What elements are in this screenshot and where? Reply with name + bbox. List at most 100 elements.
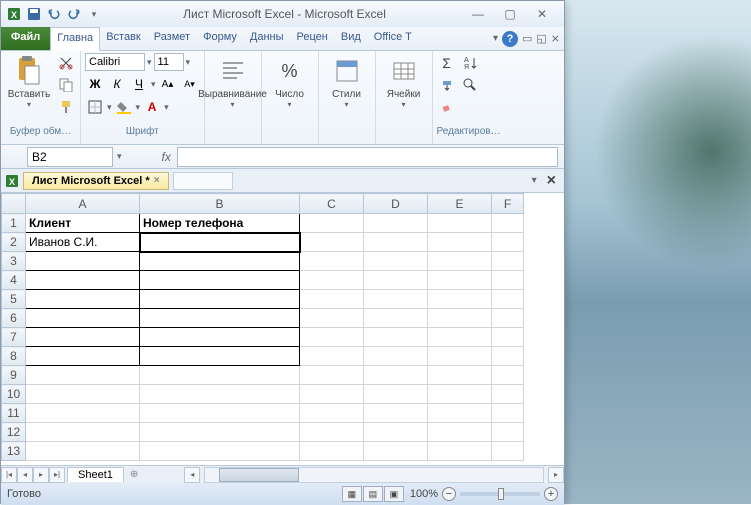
cell[interactable] <box>364 233 428 252</box>
cell[interactable] <box>300 271 364 290</box>
row-header[interactable]: 7 <box>2 328 26 347</box>
row-header[interactable]: 11 <box>2 404 26 423</box>
cell[interactable] <box>26 385 140 404</box>
cell[interactable] <box>300 309 364 328</box>
sheet-nav-prev-icon[interactable]: ◂ <box>17 467 33 483</box>
cell[interactable] <box>428 309 492 328</box>
cell[interactable] <box>300 423 364 442</box>
col-header-A[interactable]: A <box>26 194 140 214</box>
undo-icon[interactable] <box>45 5 63 23</box>
cut-icon[interactable] <box>56 53 76 73</box>
cell[interactable] <box>364 290 428 309</box>
cell[interactable] <box>364 328 428 347</box>
view-break-icon[interactable]: ▣ <box>384 486 404 502</box>
cell[interactable] <box>428 366 492 385</box>
tab-data[interactable]: Данны <box>244 27 291 50</box>
row-header[interactable]: 10 <box>2 385 26 404</box>
col-header-E[interactable]: E <box>428 194 492 214</box>
cell[interactable] <box>492 366 524 385</box>
select-all-corner[interactable] <box>2 194 26 214</box>
cell[interactable] <box>140 404 300 423</box>
new-doc-tab[interactable] <box>173 172 233 190</box>
cell[interactable]: Иванов С.И. <box>26 233 140 252</box>
cell[interactable] <box>492 442 524 461</box>
hscroll-right-icon[interactable]: ▸ <box>548 467 564 483</box>
cell[interactable] <box>428 252 492 271</box>
tab-insert[interactable]: Вставк <box>100 27 148 50</box>
row-header[interactable]: 2 <box>2 233 26 252</box>
row-header[interactable]: 5 <box>2 290 26 309</box>
customize-ribbon-icon[interactable]: ▾ <box>493 33 498 44</box>
clear-icon[interactable] <box>437 97 457 117</box>
col-header-F[interactable]: F <box>492 194 524 214</box>
col-header-D[interactable]: D <box>364 194 428 214</box>
cell[interactable] <box>492 385 524 404</box>
cell[interactable] <box>300 347 364 366</box>
cell[interactable] <box>140 423 300 442</box>
sheet-nav-last-icon[interactable]: ▸| <box>49 467 65 483</box>
cell[interactable] <box>300 290 364 309</box>
cell[interactable] <box>364 347 428 366</box>
cell[interactable] <box>140 328 300 347</box>
row-header[interactable]: 4 <box>2 271 26 290</box>
find-icon[interactable] <box>460 75 480 95</box>
formula-bar[interactable] <box>177 147 558 167</box>
cell[interactable] <box>26 404 140 423</box>
cell[interactable] <box>300 214 364 233</box>
tab-formulas[interactable]: Форму <box>197 27 244 50</box>
paste-button[interactable]: Вставить ▾ <box>5 53 53 111</box>
row-header[interactable]: 3 <box>2 252 26 271</box>
row-header[interactable]: 1 <box>2 214 26 233</box>
cell[interactable] <box>140 309 300 328</box>
zoom-level[interactable]: 100% <box>410 488 438 500</box>
row-header[interactable]: 6 <box>2 309 26 328</box>
cell[interactable] <box>300 233 364 252</box>
doc-tabs-menu-icon[interactable]: ▾ <box>526 175 543 186</box>
cell[interactable] <box>428 328 492 347</box>
cell[interactable] <box>428 347 492 366</box>
file-tab[interactable]: Файл <box>1 27 50 50</box>
cell[interactable] <box>26 347 140 366</box>
font-color-button[interactable]: A <box>142 97 162 117</box>
underline-button[interactable]: Ч <box>129 74 149 94</box>
minimize-button[interactable]: — <box>466 6 490 22</box>
cell[interactable] <box>492 290 524 309</box>
cell[interactable] <box>492 252 524 271</box>
zoom-in-button[interactable]: + <box>544 487 558 501</box>
sheet-tab[interactable]: Sheet1 <box>67 467 124 482</box>
font-size-combo[interactable] <box>154 53 184 71</box>
doc-tabs-close-icon[interactable]: × <box>543 172 560 190</box>
zoom-slider-thumb[interactable] <box>498 488 504 500</box>
save-icon[interactable] <box>25 5 43 23</box>
new-sheet-icon[interactable]: ⊕ <box>124 469 144 480</box>
zoom-slider[interactable] <box>460 492 540 496</box>
row-header[interactable]: 13 <box>2 442 26 461</box>
cell[interactable] <box>300 366 364 385</box>
cell[interactable] <box>492 347 524 366</box>
cell[interactable] <box>140 347 300 366</box>
zoom-out-button[interactable]: − <box>442 487 456 501</box>
cell[interactable] <box>428 271 492 290</box>
cell[interactable] <box>26 442 140 461</box>
font-name-combo[interactable] <box>85 53 145 71</box>
fill-down-icon[interactable] <box>437 75 457 95</box>
document-tab[interactable]: Лист Microsoft Excel * × <box>23 172 169 190</box>
restore-window-icon[interactable]: ◱ <box>536 32 546 45</box>
cell[interactable] <box>492 271 524 290</box>
spreadsheet-grid[interactable]: A B C D E F 1 Клиент Номер телефона 2 Ив… <box>1 193 564 465</box>
cell[interactable] <box>492 328 524 347</box>
number-button[interactable]: % Число ▾ <box>266 53 314 111</box>
scroll-thumb[interactable] <box>219 468 299 482</box>
col-header-C[interactable]: C <box>300 194 364 214</box>
cell[interactable] <box>364 442 428 461</box>
grow-font-button[interactable]: A▴ <box>158 74 178 94</box>
sheet-nav-next-icon[interactable]: ▸ <box>33 467 49 483</box>
cell[interactable] <box>492 214 524 233</box>
cell[interactable] <box>140 442 300 461</box>
close-button[interactable]: ✕ <box>530 6 554 22</box>
active-cell[interactable] <box>140 233 300 252</box>
cell[interactable] <box>26 271 140 290</box>
cell[interactable] <box>26 366 140 385</box>
alignment-button[interactable]: Выравнивание ▾ <box>209 53 257 111</box>
qat-dropdown-icon[interactable]: ▾ <box>85 5 103 23</box>
